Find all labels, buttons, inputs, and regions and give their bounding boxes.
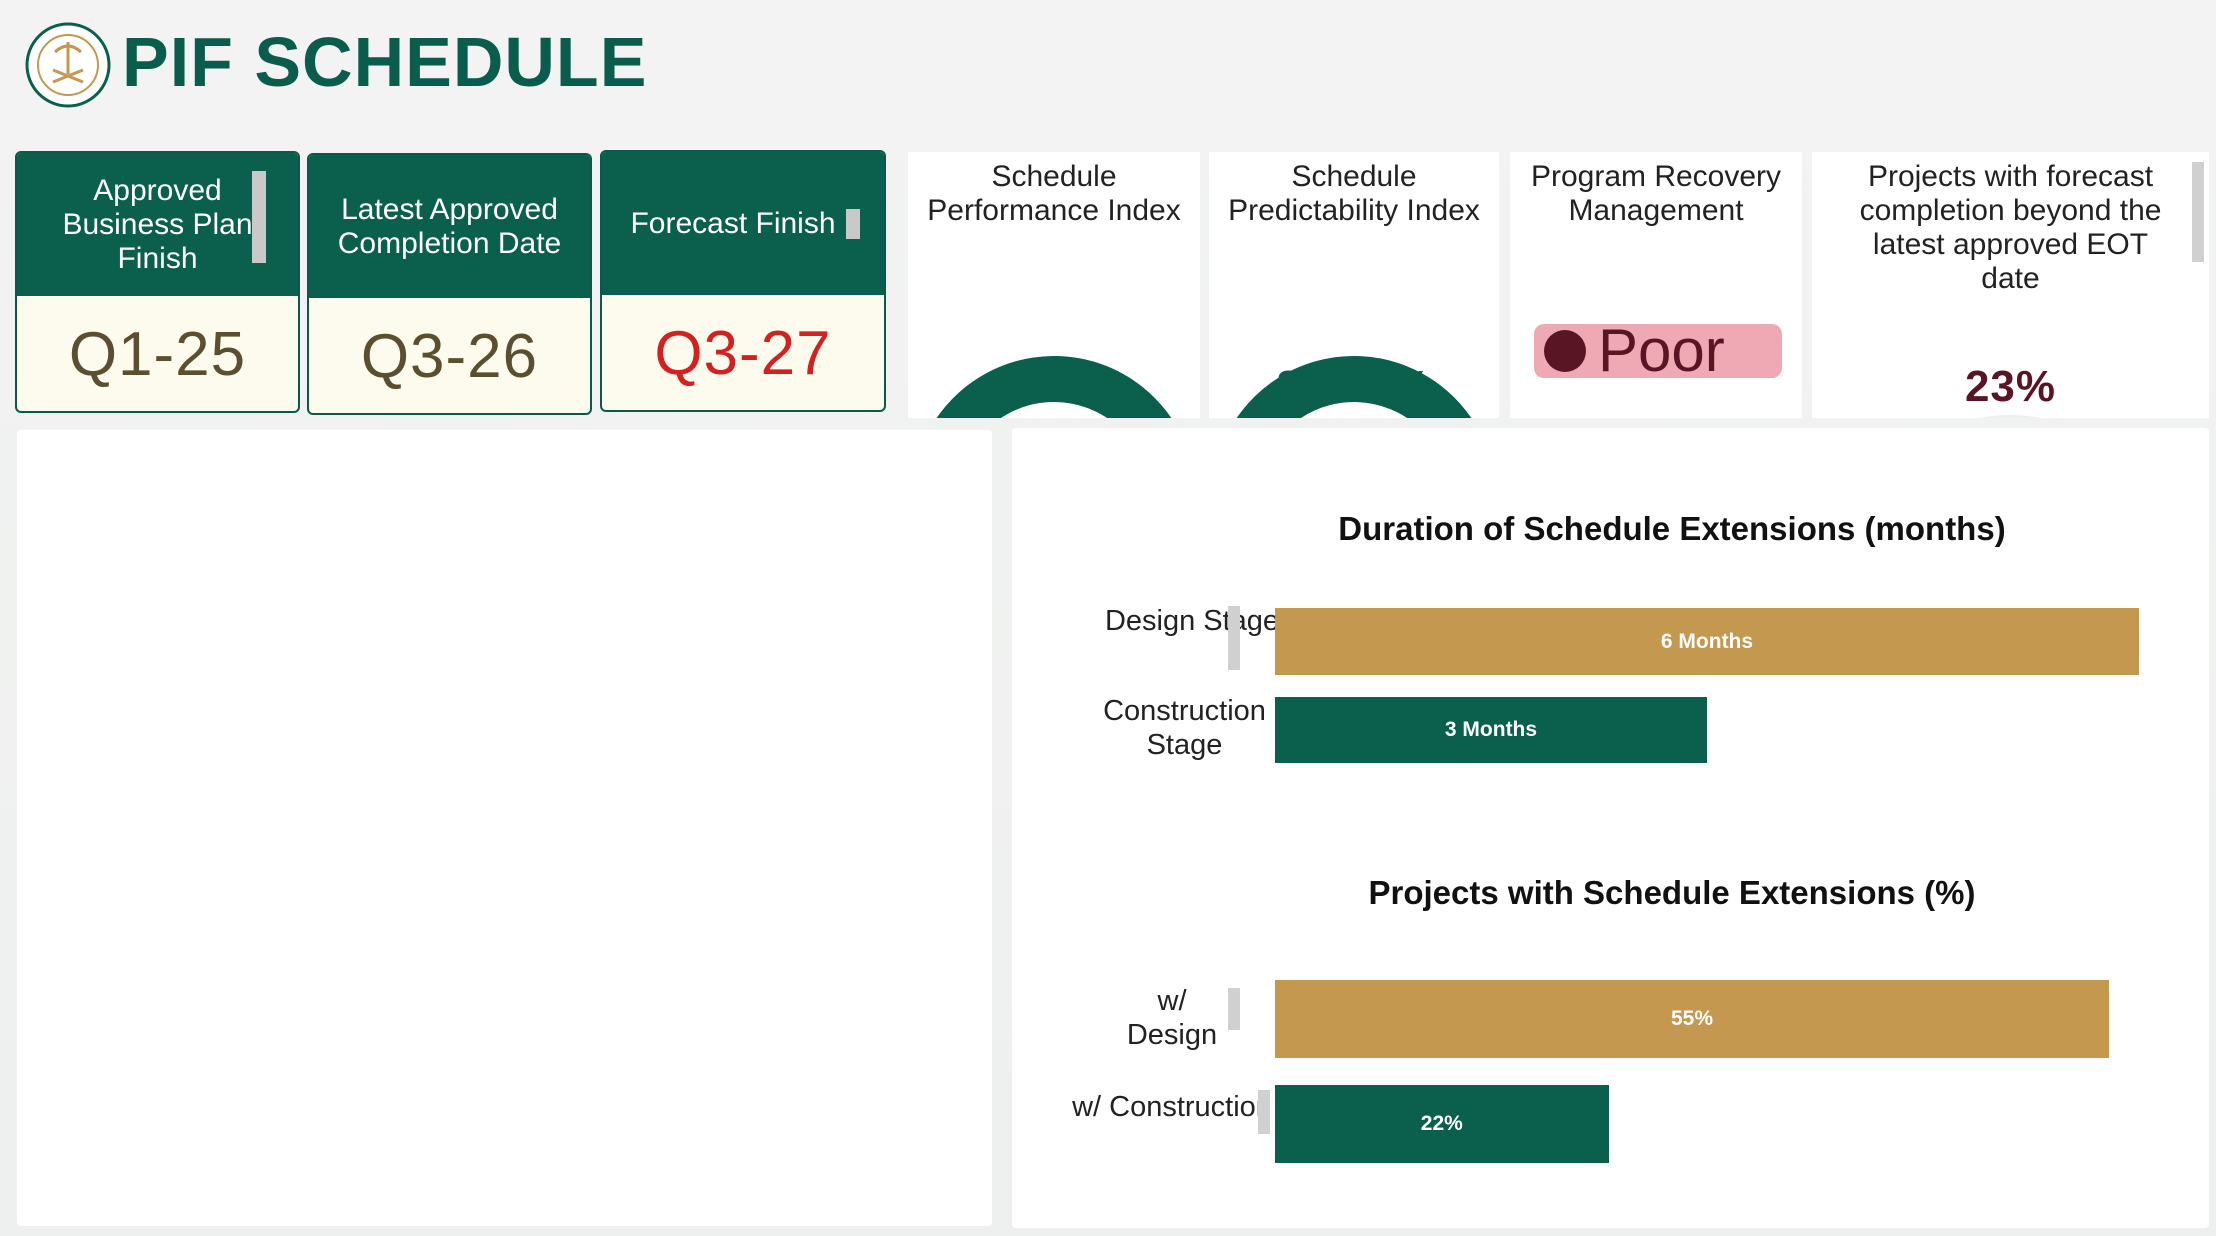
status-dot-icon <box>1544 330 1586 372</box>
kpi-card-forecast-finish: Forecast Finish Q3-27 <box>600 150 886 412</box>
status-card-title: Program Recovery Management <box>1530 160 1782 227</box>
kpi-card-label: Latest Approved Completion Date <box>337 192 562 260</box>
bar-label-with-design: w/ Design <box>1126 985 1218 1051</box>
chart-title-projects-pct: Projects with Schedule Extensions (%) <box>1368 874 1976 911</box>
kpi-card-label: Approved Business Plan Finish <box>62 173 253 275</box>
gauge-card-spi: Schedule Performance Index 0.90 <box>908 152 1200 418</box>
bar-design-stage: 6 Months <box>1275 608 2139 675</box>
chart-title-duration: Duration of Schedule Extensions (months) <box>1338 510 2006 547</box>
kpi-card-value: Q1-25 <box>68 320 247 389</box>
bar-with-construction: 22% <box>1275 1085 1609 1163</box>
gauge-title: Projects with forecast completion beyond… <box>1859 160 2162 295</box>
scroll-marker <box>2192 162 2204 262</box>
gauge-value: 0.90 <box>1009 362 1099 411</box>
status-text: Poor <box>1598 317 1725 384</box>
bar-label-construction-stage: Construction Stage <box>1103 695 1266 761</box>
pif-emblem-icon <box>25 22 111 108</box>
status-badge: Poor <box>1534 317 1782 384</box>
kpi-card-value: Q3-26 <box>360 322 539 391</box>
bar-label-design-stage: Design Stage <box>1104 605 1280 637</box>
scroll-marker <box>1228 606 1240 670</box>
gauge-card-predictability: Schedule Predictability Index 82.76% <box>1209 152 1499 418</box>
kpi-card-business-plan-finish: Approved Business Plan Finish Q1-25 <box>15 151 300 413</box>
bar-with-design: 55% <box>1275 980 2109 1058</box>
gauge-title: Schedule Performance Index <box>927 160 1181 227</box>
scroll-marker <box>1228 988 1240 1030</box>
bar-construction-stage: 3 Months <box>1275 697 1707 763</box>
gauge-title: Schedule Predictability Index <box>1228 160 1480 227</box>
page-title: PIF SCHEDULE <box>122 23 648 101</box>
scroll-marker <box>252 171 266 263</box>
bar-label-with-construction: w/ Construction <box>1072 1091 1272 1123</box>
extensions-chart-panel: Duration of Schedule Extensions (months)… <box>1012 428 2209 1228</box>
scroll-marker <box>1258 1090 1270 1134</box>
gauge-value: 23% <box>1964 362 2057 411</box>
kpi-card-latest-approved-completion: Latest Approved Completion Date Q3-26 <box>307 153 592 415</box>
kpi-card-value: Q3-27 <box>654 319 832 388</box>
map-panel-empty <box>17 430 992 1226</box>
kpi-card-label: Forecast Finish <box>630 206 836 240</box>
status-card-recovery: Program Recovery Management Poor <box>1510 152 1802 418</box>
scroll-marker <box>846 209 860 239</box>
gauge-card-forecast-beyond-eot: Projects with forecast completion beyond… <box>1812 152 2209 418</box>
gauge-value: 82.76% <box>1276 362 1432 411</box>
